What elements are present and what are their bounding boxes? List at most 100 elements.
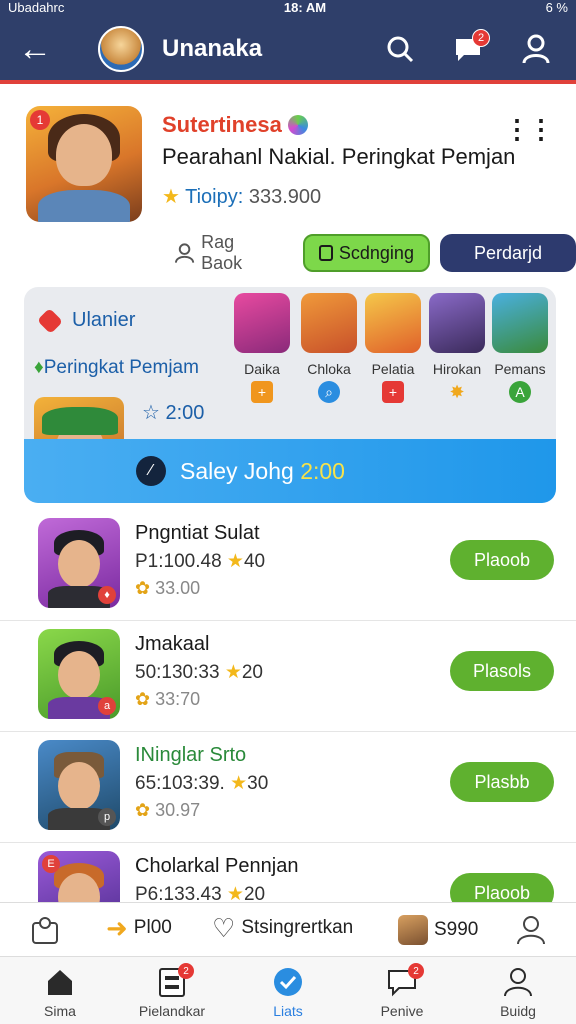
character-hirokan[interactable]: Hirokan ✸: [429, 293, 485, 403]
character-portrait: [234, 293, 290, 353]
top-bar: Ubadahrc 18: AM 6 % ← Unanaka 2: [0, 0, 576, 84]
battery-label: 6 %: [545, 0, 568, 15]
location-icon[interactable]: [30, 915, 60, 945]
character-daika[interactable]: Daika +: [234, 293, 290, 403]
player-stat-row: P6:133.43 ★20: [135, 883, 265, 902]
user-icon[interactable]: [516, 915, 546, 945]
character-mark: +: [382, 381, 404, 403]
character-chloka[interactable]: Chloka ⌕: [301, 293, 357, 403]
player-stars: 20: [243, 884, 266, 902]
character-name: Daika: [244, 361, 280, 377]
leaf-icon: ♦: [34, 357, 44, 378]
card-subtitle: Peringkat Pemjam: [43, 357, 199, 378]
play-button[interactable]: Plaoob: [450, 873, 554, 902]
quick-item-coins-label: S990: [434, 919, 479, 940]
check-icon: [238, 965, 338, 999]
profile-avatar[interactable]: 1: [26, 106, 142, 222]
player-mini-badge: ♦: [98, 586, 116, 604]
verified-icon: [287, 115, 308, 135]
profile-icon[interactable]: [514, 27, 558, 71]
player-avatar: a: [38, 629, 120, 719]
coin-icon: ✿: [135, 800, 151, 820]
character-name: Hirokan: [432, 361, 482, 377]
nav-label: Sima: [44, 1003, 76, 1019]
player-stat: P1:100.48: [135, 551, 222, 572]
play-button[interactable]: Plasbb: [450, 762, 554, 802]
card-title-row: Ulanier: [36, 307, 136, 334]
player-name: INinglar Srto: [135, 744, 247, 766]
rank-badge: 1: [30, 110, 50, 130]
player-stat-row: 50:130:33 ★20: [135, 661, 263, 684]
ghost-action-label: Rag Baok: [201, 232, 243, 273]
player-stat: P6:133.43: [135, 884, 222, 902]
quick-avatar: [398, 915, 428, 945]
nav-badge: 2: [408, 963, 424, 979]
square-icon: [318, 245, 333, 261]
navy-action-label: Perdarjd: [473, 242, 542, 263]
character-mark: A: [509, 381, 531, 403]
card-banner[interactable]: ⁄ Saley Johg 2:00: [24, 439, 556, 503]
quick-item-coins[interactable]: S990: [398, 915, 478, 945]
coin-icon: ✿: [135, 689, 151, 709]
nav-item-lists[interactable]: Liats: [238, 965, 338, 1019]
back-arrow-icon[interactable]: ←: [18, 32, 78, 66]
player-stat: 50:130:33: [135, 662, 220, 683]
play-button[interactable]: Plasols: [450, 651, 554, 691]
banner-highlight: 2:00: [300, 457, 345, 484]
character-mark: +: [251, 381, 273, 403]
star-icon: ★: [226, 884, 244, 902]
nav-item-cabinet[interactable]: 2 Pielandkar: [122, 963, 222, 1019]
quick-item-points-label: Pl00: [133, 917, 172, 938]
star-icon: ★: [230, 773, 248, 794]
chat-badge: 2: [472, 29, 490, 47]
quick-item-points[interactable]: ➜ Pl00: [106, 915, 172, 941]
player-list: ♦ Pngntiat Sulat P1:100.48 ★40 ✿ 33.00 P…: [0, 510, 576, 902]
app-avatar[interactable]: [98, 26, 144, 72]
list-item[interactable]: a Jmakaal 50:130:33 ★20 ✿ 33:70 Plasols: [0, 621, 576, 732]
chat-icon[interactable]: 2: [446, 27, 490, 71]
list-item[interactable]: p INinglar Srto 65:103:39. ★30 ✿ 30.97 P…: [0, 732, 576, 843]
profile-name: Sutertinesa: [162, 112, 282, 137]
play-button[interactable]: Plaoob: [450, 540, 554, 580]
page-title: Unanaka: [162, 35, 263, 62]
nav-item-home[interactable]: Sima: [10, 965, 110, 1019]
character-name: Chloka: [307, 361, 351, 377]
nav-label: Pielandkar: [138, 1003, 206, 1019]
character-pelatia[interactable]: Pelatia +: [365, 293, 421, 403]
list-item[interactable]: ♦ Pngntiat Sulat P1:100.48 ★40 ✿ 33.00 P…: [0, 510, 576, 621]
star-icon: ★: [162, 186, 180, 208]
header: ← Unanaka 2: [0, 14, 576, 84]
heart-icon: ♡: [212, 913, 236, 943]
quick-bar: ➜ Pl00 ♡ Stsingrertkan S990: [0, 902, 576, 956]
ghost-action[interactable]: Rag Baok: [174, 232, 277, 274]
card-timer: ☆ 2:00: [142, 400, 204, 425]
quick-item-favorites[interactable]: ♡ Stsingrertkan: [212, 915, 353, 941]
character-pemans[interactable]: Pemans A: [492, 293, 548, 403]
player-stat-row: P1:100.48 ★40: [135, 550, 265, 573]
navy-action-button[interactable]: Perdarjd: [439, 234, 576, 272]
character-name: Pelatia: [371, 361, 415, 377]
profile-actions: Rag Baok Scdnging Perdarjd: [174, 232, 576, 274]
player-avatar: ♦: [38, 518, 120, 608]
player-stars: 40: [243, 551, 266, 572]
edit-icon: ⁄: [136, 456, 166, 486]
green-action-button[interactable]: Scdnging: [302, 234, 430, 272]
more-menu-icon[interactable]: ⋮⋮: [504, 114, 554, 145]
player-score-row: ✿ 33.00: [135, 578, 200, 599]
star-icon: ★: [224, 662, 242, 683]
bottom-nav: Sima 2 Pielandkar Liats 2 Penive Buidg: [0, 956, 576, 1024]
search-icon[interactable]: [378, 27, 422, 71]
player-stat: 65:103:39.: [135, 773, 225, 794]
card-title: Ulanier: [72, 309, 136, 331]
player-score: 33.00: [155, 578, 201, 598]
nav-item-profile[interactable]: Buidg: [468, 965, 568, 1019]
quick-item-favorites-label: Stsingrertkan: [241, 917, 354, 938]
green-action-label: Scdnging: [338, 242, 414, 263]
banner-text: Saley Johg: [180, 457, 301, 484]
player-mini-badge: E: [42, 855, 60, 873]
clock: 18: AM: [283, 0, 327, 15]
card-timer-value: 2:00: [165, 402, 205, 424]
diamond-icon: [36, 307, 64, 334]
nav-item-reviews[interactable]: 2 Penive: [352, 963, 452, 1019]
list-item[interactable]: E Cholarkal Pennjan P6:133.43 ★20 Plaoob: [0, 843, 576, 902]
